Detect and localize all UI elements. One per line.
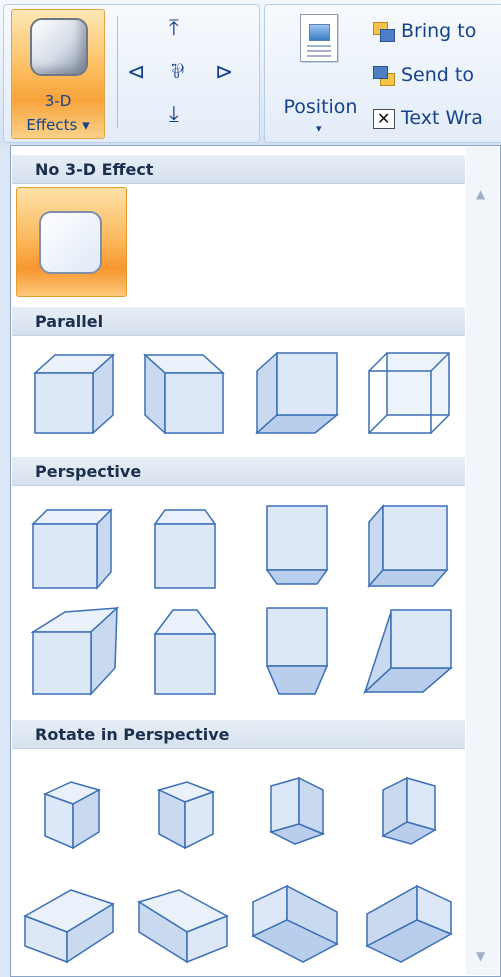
cube-rotated-icon	[268, 776, 326, 845]
bring-to-front-label: Bring to	[401, 20, 477, 42]
perspective-heroic-below-tile[interactable]	[249, 602, 345, 698]
cube-rotated-icon	[251, 884, 339, 963]
position-label: Position	[283, 96, 358, 118]
section-header-parallel: Parallel	[12, 307, 465, 336]
position-button[interactable]: Position ▾	[273, 8, 368, 136]
perspective-below-tile[interactable]	[249, 496, 345, 592]
section-header-no-3d: No 3-D Effect	[12, 155, 465, 184]
perspective-right-tile[interactable]	[25, 496, 121, 592]
3d-effects-icon	[30, 18, 88, 76]
rotate-perspective-5-tile[interactable]	[21, 870, 117, 966]
3d-effects-label-line2: Effects ▾	[26, 116, 90, 134]
cube-rotated-icon	[381, 776, 437, 845]
section-header-rotate: Rotate in Perspective	[12, 720, 465, 749]
no-3d-effect-tile[interactable]	[16, 187, 127, 297]
cube-icon	[143, 353, 225, 435]
parallel-oblique-bottom-left-tile[interactable]	[249, 343, 345, 439]
cube-rotated-icon	[365, 884, 453, 963]
send-to-back-label: Send to	[401, 64, 474, 86]
no-3d-effect-shape-icon	[39, 211, 102, 274]
rotate-perspective-3-tile[interactable]	[249, 762, 345, 858]
scroll-down-arrow-icon[interactable]: ▼	[476, 949, 485, 963]
parallel-oblique-bottom-right-tile[interactable]	[361, 343, 457, 439]
send-to-back-button[interactable]: Send to	[373, 64, 474, 90]
cube-perspective-icon	[367, 504, 449, 588]
perspective-above-tile[interactable]	[137, 496, 233, 592]
text-wrap-button[interactable]: Text Wra	[373, 107, 483, 133]
perspective-left-tile[interactable]	[361, 496, 457, 592]
tilt-left-icon[interactable]: ⊲	[127, 62, 145, 84]
cube-wireframe-icon	[368, 352, 450, 434]
position-icon	[300, 14, 338, 62]
bring-to-front-icon	[373, 21, 395, 42]
perspective-heroic-left-tile[interactable]	[361, 602, 457, 698]
cube-perspective-icon	[363, 609, 454, 695]
scroll-up-arrow-icon[interactable]: ▲	[476, 187, 485, 201]
text-wrap-icon	[373, 108, 395, 129]
cube-rotated-icon	[156, 781, 216, 850]
tilt-right-icon[interactable]: ⊳	[215, 62, 233, 84]
send-to-back-icon	[373, 65, 395, 86]
bring-to-front-button[interactable]: Bring to	[373, 20, 476, 46]
cube-rotated-icon	[137, 889, 229, 964]
3d-on-off-icon[interactable]: ⅌	[171, 60, 184, 82]
cube-perspective-icon	[265, 607, 329, 695]
rotate-perspective-7-tile[interactable]	[247, 870, 343, 966]
text-wrap-label: Text Wra	[401, 107, 483, 129]
rotate-perspective-1-tile[interactable]	[25, 762, 121, 858]
chevron-down-icon: ▾	[316, 122, 322, 135]
ribbon: 3-D Effects ▾ ⤒ ⊲ ⅌ ⊳ ⤓ Position ▾ Bring…	[0, 0, 501, 145]
perspective-heroic-above-tile[interactable]	[137, 602, 233, 698]
section-header-perspective: Perspective	[12, 457, 465, 486]
3d-effects-gallery: No 3-D Effect Parallel Perspective Rotat…	[10, 145, 501, 977]
cube-icon	[255, 351, 340, 435]
cube-perspective-icon	[265, 505, 329, 585]
parallel-oblique-top-right-tile[interactable]	[25, 343, 121, 439]
tilt-down-icon[interactable]: ⤓	[169, 104, 179, 126]
tilt-up-icon[interactable]: ⤒	[169, 18, 179, 40]
cube-perspective-icon	[31, 508, 113, 590]
cube-perspective-icon	[153, 509, 217, 589]
rotate-perspective-2-tile[interactable]	[137, 762, 233, 858]
perspective-heroic-right-tile[interactable]	[25, 602, 121, 698]
cube-icon	[33, 353, 115, 435]
3d-effects-label-line1: 3-D	[44, 92, 72, 110]
gallery-scrollbar[interactable]: ▲ ▼	[466, 147, 499, 975]
cube-rotated-icon	[43, 781, 101, 850]
3d-effects-button[interactable]: 3-D Effects ▾	[11, 9, 105, 139]
rotate-perspective-4-tile[interactable]	[361, 762, 457, 858]
rotate-perspective-6-tile[interactable]	[135, 870, 231, 966]
group-separator	[117, 16, 118, 128]
rotate-perspective-8-tile[interactable]	[361, 870, 457, 966]
cube-perspective-icon	[30, 606, 120, 696]
cube-perspective-icon	[153, 609, 217, 695]
parallel-oblique-top-left-tile[interactable]	[137, 343, 233, 439]
cube-rotated-icon	[23, 889, 115, 964]
